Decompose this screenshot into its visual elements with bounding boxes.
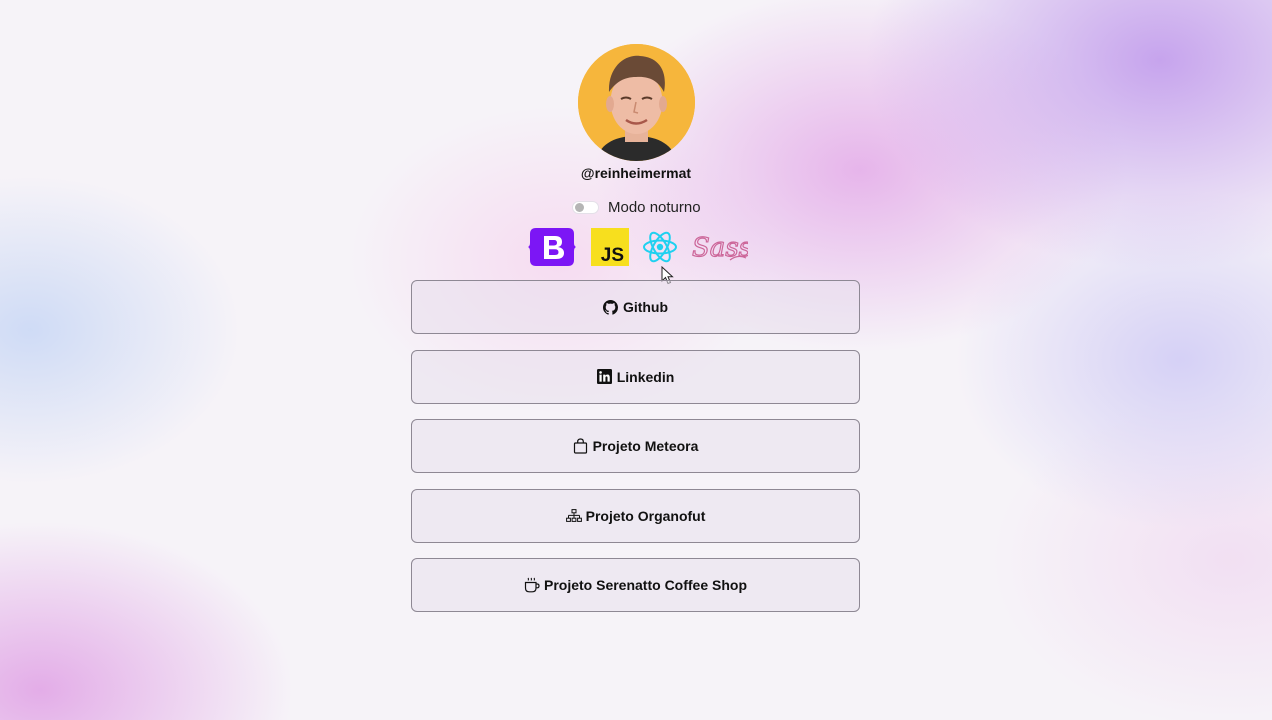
projeto-serenatto-button[interactable]: Projeto Serenatto Coffee Shop — [411, 558, 860, 612]
projeto-meteora-label: Projeto Meteora — [592, 438, 699, 454]
github-button[interactable]: Github — [411, 280, 860, 334]
sass-icon: Sass — [690, 226, 748, 268]
username: @reinheimermat — [580, 165, 692, 181]
dark-mode-label: Modo noturno — [608, 198, 701, 216]
toggle-knob — [575, 202, 584, 212]
tech-stack: JS Sass — [528, 226, 748, 268]
github-icon — [603, 299, 619, 315]
svg-text:Sass: Sass — [692, 233, 748, 263]
linkedin-button[interactable]: Linkedin — [411, 349, 860, 404]
projeto-organofut-label: Projeto Organofut — [585, 507, 706, 524]
shopping-bag-icon — [573, 438, 589, 454]
linkedin-label: Linkedin — [616, 368, 675, 385]
projeto-serenatto-label: Projeto Serenatto Coffee Shop — [543, 577, 748, 593]
coffee-cup-icon — [524, 577, 540, 593]
avatar — [578, 44, 695, 161]
projeto-meteora-button[interactable]: Projeto Meteora — [411, 419, 860, 473]
dark-mode-toggle-row: Modo noturno — [572, 197, 701, 217]
projeto-organofut-button[interactable]: Projeto Organofut — [411, 488, 860, 543]
link-list: Github Linkedin Projeto Meteora Projeto … — [411, 280, 860, 628]
linkedin-icon — [597, 369, 613, 385]
react-icon — [642, 226, 684, 268]
svg-text:JS: JS — [601, 245, 624, 266]
org-chart-icon — [565, 508, 582, 524]
github-label: Github — [622, 299, 669, 315]
javascript-icon: JS — [591, 226, 633, 268]
bootstrap-icon — [528, 226, 576, 268]
dark-mode-toggle[interactable] — [572, 200, 599, 214]
profile-photo — [578, 44, 695, 161]
